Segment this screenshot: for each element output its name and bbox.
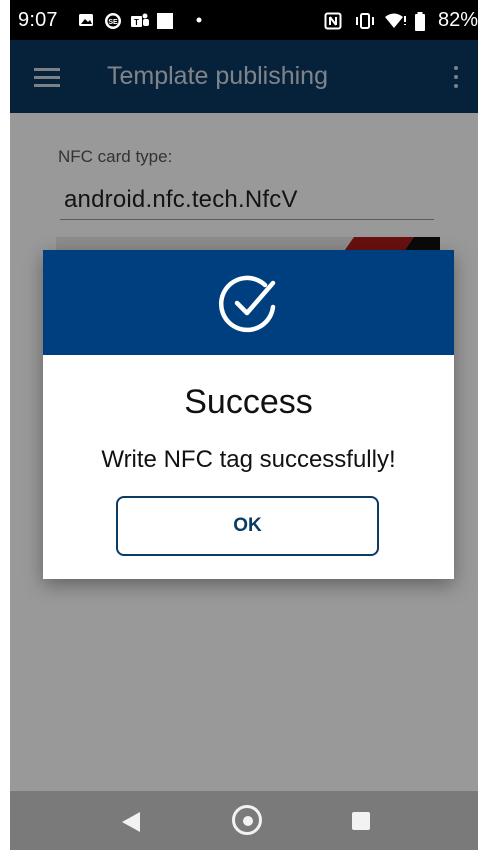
nfc-icon — [324, 12, 342, 30]
dialog-message: Write NFC tag successfully! — [101, 446, 396, 473]
dot-icon — [196, 17, 202, 23]
battery-percent: 82% — [437, 9, 478, 31]
dialog-title: Success — [184, 383, 313, 421]
ok-button[interactable]: OK — [116, 496, 379, 556]
home-icon[interactable] — [232, 805, 262, 835]
svg-text:SE: SE — [108, 19, 118, 26]
se-icon: SE — [105, 13, 121, 29]
dialog-header — [43, 250, 454, 355]
phone-screen: 9:07 SE T 82% Template publishing NFC ca… — [10, 0, 478, 850]
teams-icon: T — [131, 13, 149, 27]
vibrate-icon — [356, 13, 374, 29]
system-nav-bar — [10, 791, 478, 850]
white-square-icon — [157, 13, 173, 29]
status-bar: 9:07 SE T 82% — [10, 0, 478, 40]
wifi-icon — [385, 13, 406, 28]
success-dialog: Success Write NFC tag successfully! OK — [43, 250, 454, 579]
image-icon — [79, 14, 93, 26]
recents-icon[interactable] — [352, 812, 370, 830]
status-time: 9:07 — [18, 9, 58, 31]
back-icon[interactable] — [122, 812, 140, 832]
svg-text:T: T — [134, 18, 139, 27]
check-circle-icon — [218, 275, 276, 333]
battery-icon — [415, 12, 425, 31]
